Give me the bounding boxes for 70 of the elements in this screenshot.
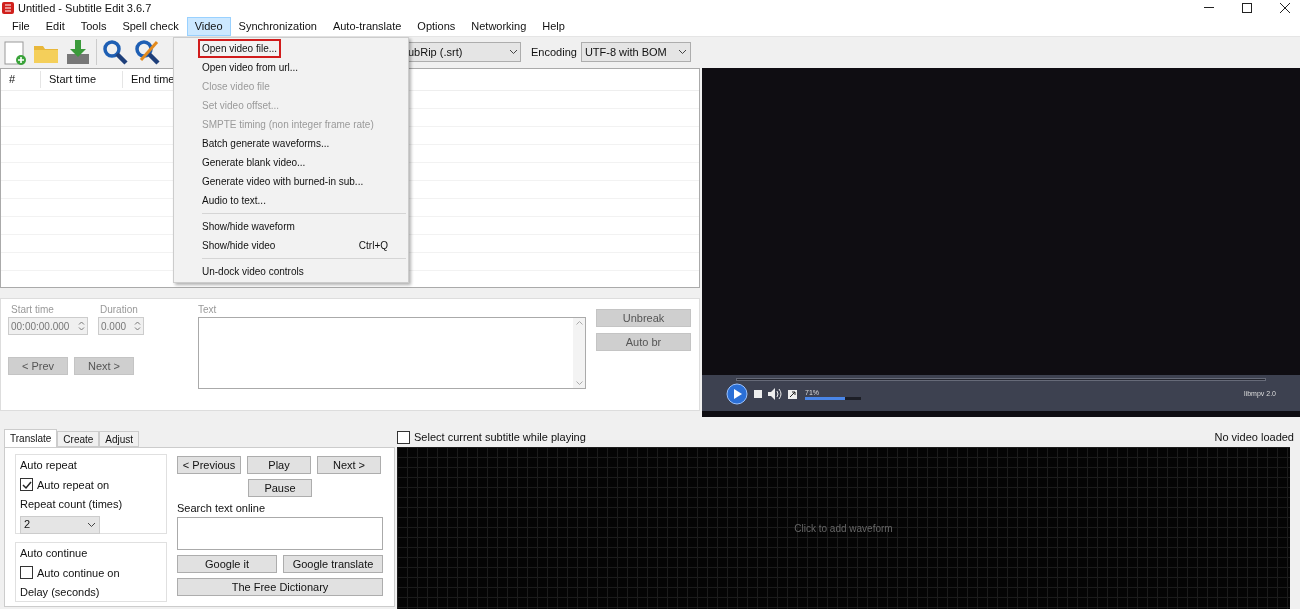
- repeat-count-dropdown[interactable]: 2: [20, 515, 100, 534]
- menu-item[interactable]: Tools: [72, 16, 115, 36]
- search-label: Search text online: [177, 501, 267, 516]
- checkbox-label: Auto repeat on: [37, 477, 110, 493]
- button[interactable]: Next >: [317, 456, 381, 474]
- delay-label: Delay (seconds): [20, 585, 101, 600]
- group-title: Auto repeat: [20, 458, 78, 473]
- checkbox[interactable]: [397, 430, 410, 444]
- play-icon[interactable]: [726, 383, 748, 405]
- button[interactable]: < Previous: [177, 456, 241, 474]
- maximize-icon[interactable]: [1242, 3, 1252, 14]
- volume-track[interactable]: [805, 396, 861, 400]
- start-time-label: Start time: [10, 303, 55, 317]
- checkbox-label: Select current subtitle while playing: [414, 429, 586, 445]
- menu-item[interactable]: Options: [409, 16, 464, 36]
- group-title: Auto continue: [20, 546, 89, 561]
- subtitle-text-field[interactable]: [198, 317, 586, 389]
- check-icon: [21, 479, 32, 490]
- duration-field[interactable]: 0.000: [98, 317, 144, 335]
- column-header[interactable]: #: [1, 71, 41, 88]
- window-title: Untitled - Subtitle Edit 3.6.7: [18, 1, 152, 17]
- encoding-label: Encoding: [531, 45, 577, 61]
- menu-item[interactable]: Edit: [37, 16, 73, 36]
- tab[interactable]: Create: [57, 431, 100, 447]
- button[interactable]: Pause: [248, 479, 312, 497]
- button[interactable]: Play: [247, 456, 311, 474]
- chevron-down-icon: [677, 49, 687, 56]
- button[interactable]: Google translate: [283, 554, 383, 573]
- duration-label: Duration: [99, 303, 139, 317]
- tab[interactable]: Adjust: [99, 431, 140, 447]
- volume-icon[interactable]: [768, 388, 782, 400]
- menu-entry[interactable]: Generate video with burned-in sub...: [174, 172, 408, 191]
- shortcut: Ctrl+Q: [358, 239, 388, 253]
- start-time-field[interactable]: 00:00:00.000: [8, 317, 88, 335]
- checkbox[interactable]: [20, 478, 33, 492]
- chevron-down-icon: [509, 49, 518, 56]
- menu-entry[interactable]: Show/hide waveform: [174, 217, 408, 236]
- menu-item[interactable]: Synchronization: [230, 16, 325, 36]
- minimize-icon[interactable]: [1204, 7, 1214, 10]
- status-text: No video loaded: [1214, 429, 1294, 445]
- download-icon[interactable]: [64, 38, 92, 67]
- text-label: Text: [198, 303, 218, 317]
- new-file-icon[interactable]: [2, 38, 28, 67]
- column-header[interactable]: Start time: [41, 71, 123, 88]
- button[interactable]: The Free Dictionary: [177, 577, 383, 596]
- menu-entry[interactable]: Batch generate waveforms...: [174, 134, 408, 153]
- search-icon[interactable]: [101, 38, 129, 67]
- waveform-area[interactable]: Click to add waveform: [397, 447, 1290, 609]
- menu-item[interactable]: Networking: [463, 16, 535, 36]
- close-icon[interactable]: [1280, 3, 1290, 14]
- waveform-hint: Click to add waveform: [794, 521, 893, 536]
- fullscreen-icon[interactable]: [788, 389, 797, 399]
- menu-item[interactable]: File: [4, 16, 38, 36]
- menu-entry[interactable]: Audio to text...: [174, 191, 408, 210]
- button[interactable]: Google it: [177, 554, 277, 573]
- menu-entry[interactable]: Open video file...: [174, 39, 408, 58]
- menu-item[interactable]: Auto-translate: [324, 16, 410, 36]
- checkbox-label: Auto continue on: [37, 565, 120, 581]
- tab[interactable]: Translate: [4, 429, 58, 447]
- checkbox[interactable]: [20, 566, 33, 580]
- magnifier-pencil-icon[interactable]: [133, 38, 161, 67]
- menu-entry[interactable]: Un-dock video controls: [174, 262, 408, 281]
- chevron-down-icon: [87, 521, 96, 528]
- menu-entry[interactable]: Generate blank video...: [174, 153, 408, 172]
- menu-item[interactable]: Help: [534, 16, 573, 36]
- encoding-dropdown[interactable]: UTF-8 with BOM: [580, 42, 691, 63]
- menu-entry[interactable]: Show/hide video Ctrl+Q: [174, 236, 408, 255]
- search-field[interactable]: [177, 516, 383, 550]
- repeat-count-label: Repeat count (times): [20, 497, 124, 512]
- menu-item[interactable]: Spell check: [114, 16, 187, 36]
